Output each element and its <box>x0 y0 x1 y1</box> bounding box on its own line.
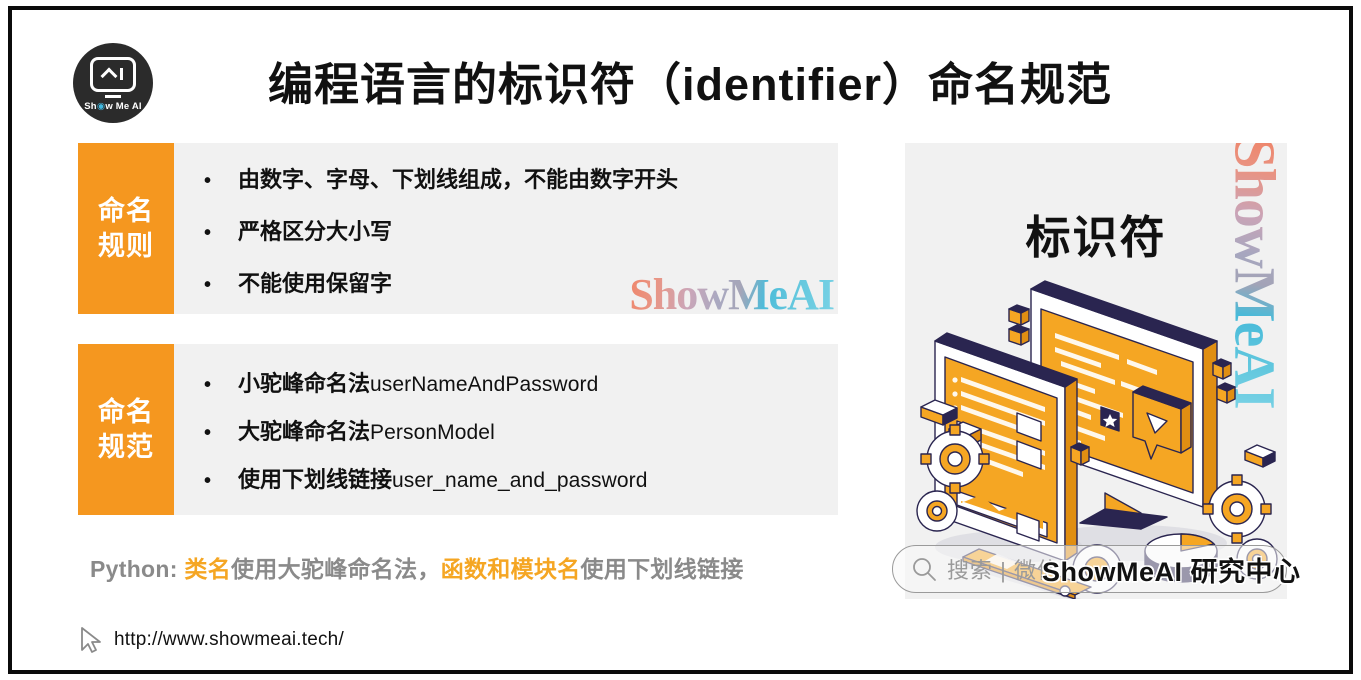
robot-eye-chevron-icon <box>100 67 118 84</box>
logo-wordmark-pre: Sh <box>84 100 97 112</box>
python-note-mid2: 使用下划线链接 <box>580 556 744 582</box>
logo-wordmark: Sh◉w Me AI <box>84 101 141 112</box>
logo-wordmark-post: w Me AI <box>105 100 142 112</box>
magnifier-icon <box>913 557 936 581</box>
cursor-arrow-icon <box>81 627 101 653</box>
python-note: Python: 类名使用大驼峰命名法，函数和模块名使用下划线链接 <box>90 550 744 584</box>
bullet-icon: • <box>204 373 212 396</box>
footer-url[interactable]: http://www.showmeai.tech/ <box>78 625 344 655</box>
naming-conventions-tag-line2: 规范 <box>98 431 154 462</box>
research-center-label: ShowMeAI 研究中心 <box>1042 557 1301 587</box>
python-note-highlight-class: 类名 <box>184 556 231 582</box>
naming-rules-tag-line1: 命名 <box>98 195 154 226</box>
list-item-label: 大驼峰命名法 <box>238 418 371 444</box>
showmeai-logo: Sh◉w Me AI <box>73 43 153 123</box>
bullet-icon: • <box>204 469 212 492</box>
list-item: • 使用下划线链接 user_name_and_password <box>204 466 838 492</box>
python-note-prefix: Python: <box>90 556 185 582</box>
list-item-code: user_name_and_password <box>392 468 648 492</box>
bullet-icon: • <box>204 273 212 296</box>
naming-rules-tag-line2: 规则 <box>98 230 154 261</box>
list-item: • 严格区分大小写 <box>204 218 838 244</box>
footer-url-text[interactable]: http://www.showmeai.tech/ <box>114 629 344 651</box>
bullet-icon: • <box>204 421 212 444</box>
list-item-label: 小驼峰命名法 <box>238 370 371 396</box>
list-item-label: 严格区分大小写 <box>238 218 393 244</box>
list-item-label: 使用下划线链接 <box>238 466 393 492</box>
naming-conventions-body: • 小驼峰命名法 userNameAndPassword • 大驼峰命名法 Pe… <box>174 344 838 515</box>
naming-conventions-tag: 命名 规范 <box>78 344 174 515</box>
list-item: • 不能使用保留字 <box>204 270 838 296</box>
python-note-highlight-function: 函数和模块名 <box>440 556 581 582</box>
naming-conventions-block: 命名 规范 • 小驼峰命名法 userNameAndPassword • 大驼峰… <box>78 344 838 515</box>
list-item: • 小驼峰命名法 userNameAndPassword <box>204 370 838 396</box>
list-item-label: 由数字、字母、下划线组成，不能由数字开头 <box>238 166 679 192</box>
bullet-icon: • <box>204 169 212 192</box>
robot-eye-bar-icon <box>120 68 123 80</box>
list-item: • 由数字、字母、下划线组成，不能由数字开头 <box>204 166 838 192</box>
naming-rules-block: 命名 规则 • 由数字、字母、下划线组成，不能由数字开头 • 严格区分大小写 •… <box>78 143 838 319</box>
list-item-code: userNameAndPassword <box>370 372 599 396</box>
list-item-label: 不能使用保留字 <box>238 270 393 296</box>
slide-canvas: Sh◉w Me AI 编程语言的标识符（identifier）命名规范 命名 规… <box>0 0 1361 680</box>
robot-head-icon <box>90 56 136 92</box>
naming-rules-tag: 命名 规则 <box>78 143 174 314</box>
naming-rules-body: • 由数字、字母、下划线组成，不能由数字开头 • 严格区分大小写 • 不能使用保… <box>174 143 838 319</box>
page-title: 编程语言的标识符（identifier）命名规范 <box>267 59 1113 110</box>
bullet-icon: • <box>204 221 212 244</box>
right-illustration-panel: 标识符 ShowMeAI .o { fill:#F5A623; } .od { … <box>905 143 1287 599</box>
naming-conventions-tag-line1: 命名 <box>98 396 154 427</box>
python-note-mid1: 使用大驼峰命名法， <box>231 556 441 582</box>
list-item: • 大驼峰命名法 PersonModel <box>204 418 838 444</box>
right-panel-heading: 标识符 <box>1025 212 1167 263</box>
list-item-code: PersonModel <box>370 420 495 444</box>
robot-neck-icon <box>105 94 121 98</box>
